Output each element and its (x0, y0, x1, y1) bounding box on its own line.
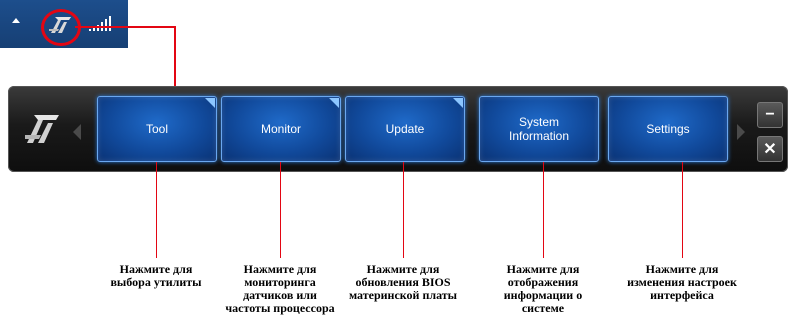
close-button[interactable]: ✕ (757, 136, 783, 162)
pointer-line-update (403, 162, 404, 258)
pointer-line-settings (682, 162, 683, 258)
tool-button-label: Tool (145, 122, 168, 136)
tool-button[interactable]: Tool (97, 96, 217, 162)
monitor-button[interactable]: Monitor (221, 96, 341, 162)
caption-update: Нажмите для обновления BIOS материнской … (348, 262, 458, 302)
callout-line (174, 26, 176, 88)
caption-settings: Нажмите для изменения настроек интерфейс… (627, 262, 737, 302)
caption-system-information: Нажмите для отображения информации о сис… (503, 262, 583, 315)
pointer-line-system-information (543, 162, 544, 258)
settings-button-label: Settings (646, 122, 690, 136)
scroll-left-arrow-icon[interactable] (73, 124, 81, 140)
submenu-corner-icon (453, 98, 463, 108)
monitor-button-label: Monitor (260, 122, 301, 136)
callout-line (75, 26, 175, 28)
signal-bars-icon[interactable] (88, 15, 114, 35)
submenu-corner-icon (329, 98, 339, 108)
update-button-label: Update (385, 122, 425, 136)
submenu-corner-icon (205, 98, 215, 108)
scroll-right-arrow-icon[interactable] (737, 124, 745, 140)
pointer-line-monitor (280, 162, 281, 258)
update-button[interactable]: Update (345, 96, 465, 162)
pointer-line-tool (156, 162, 157, 258)
ai-suite-logo-icon (25, 115, 59, 143)
triangle-up-icon[interactable] (12, 18, 20, 23)
settings-button[interactable]: Settings (608, 96, 728, 162)
system-information-button[interactable]: System Information (479, 96, 599, 162)
minimize-icon: − (765, 106, 775, 123)
system-information-button-label: System Information (508, 115, 570, 143)
close-icon: ✕ (763, 141, 777, 158)
minimize-button[interactable]: − (757, 102, 783, 128)
